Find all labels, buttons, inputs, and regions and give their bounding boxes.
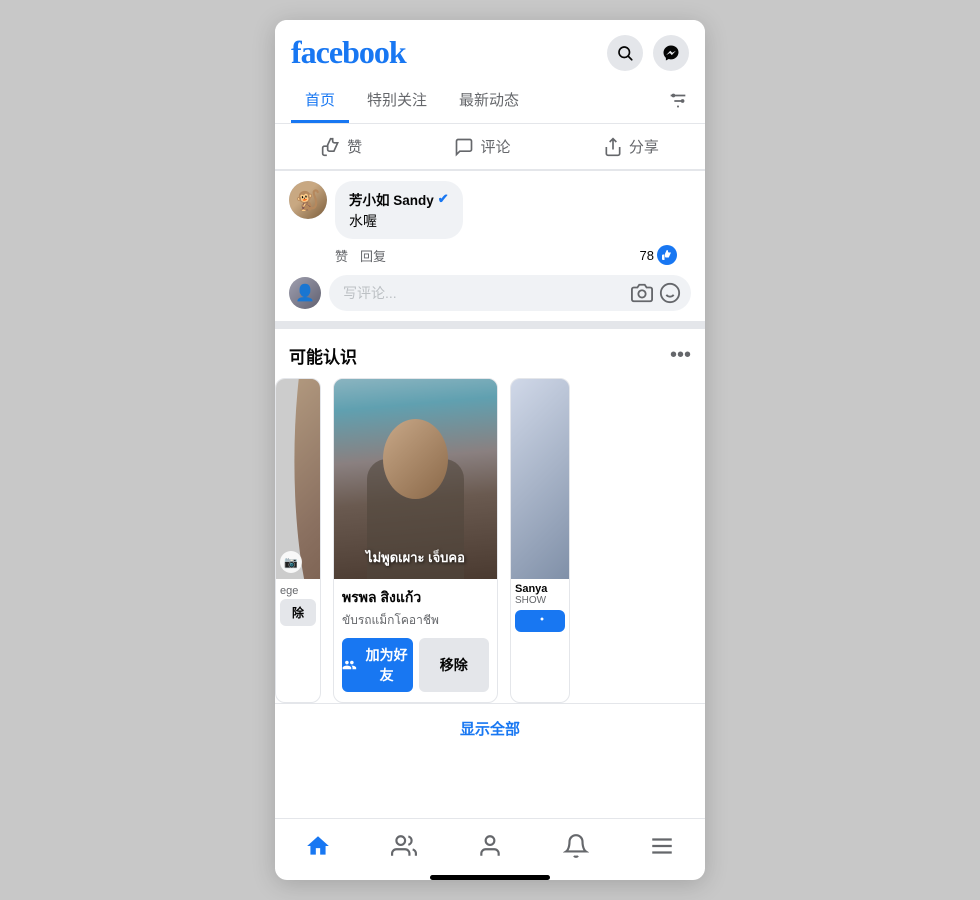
person-card-partial-right: Sanya SHOW (510, 378, 570, 703)
commenter-name: 芳小如 Sandy ✔ (349, 189, 449, 209)
nav-profile[interactable] (461, 829, 519, 863)
nav-notifications[interactable] (547, 829, 605, 863)
comment-item: 🐒 芳小如 Sandy ✔ 水喔 (275, 171, 705, 243)
nav-menu[interactable] (633, 829, 691, 863)
main-card-info: พรพล สิงแก้ว ขับรถแม็กโคอาชีพ 加为好友 移除 (334, 579, 497, 702)
menu-icon (649, 833, 675, 859)
person-card-main: ไม่พูดเผาะ เจ็บคอ พรพล สิงแก้ว ขับรถแม็ก… (333, 378, 498, 703)
messenger-button[interactable] (653, 35, 689, 71)
person-name: พรพล สิงแก้ว (342, 587, 489, 609)
people-section-header: 可能认识 ••• (275, 321, 705, 374)
nav-friends[interactable] (375, 829, 433, 863)
like-label: 赞 (347, 136, 362, 157)
comment-actions: 赞 回复 78 (275, 243, 705, 267)
like-count: 78 (640, 245, 691, 265)
home-indicator (430, 875, 550, 880)
remove-button[interactable]: 移除 (419, 638, 490, 692)
search-icon (616, 44, 634, 62)
person-subtitle: ขับรถแม็กโคอาชีพ (342, 611, 489, 630)
show-all-button[interactable]: 显示全部 (275, 703, 705, 753)
input-icons (631, 282, 681, 304)
comment-label: 评论 (480, 136, 510, 157)
share-label: 分享 (629, 136, 659, 157)
tab-latest[interactable]: 最新动态 (445, 79, 533, 123)
card-overlay-text: ไม่พูดเผาะ เจ็บคอ (334, 549, 497, 567)
right-card-photo (511, 379, 569, 579)
nav-home[interactable] (289, 829, 347, 863)
people-slider: 📷 ege 除 ไม่พูดเผาะ เจ็บคอ พรพล สิงแก้ว (275, 374, 705, 703)
section-title: 可能认识 (289, 343, 357, 368)
facebook-logo: facebook (291, 34, 406, 71)
thumbs-up-icon (321, 137, 341, 157)
header-icons (607, 35, 689, 71)
search-button[interactable] (607, 35, 643, 71)
card-buttons: 加为好友 移除 (342, 638, 489, 692)
comment-text: 水喔 (349, 211, 449, 231)
comment-section: 🐒 芳小如 Sandy ✔ 水喔 赞 回复 78 (275, 171, 705, 321)
remove-button-partial[interactable]: 除 (280, 599, 316, 626)
person-card-partial-left: 📷 ege 除 (275, 378, 321, 703)
share-action[interactable]: 分享 (583, 130, 679, 163)
like-action-label[interactable]: 赞 (335, 246, 348, 265)
thumbs-up-small-icon (661, 249, 673, 261)
comment-icon (454, 137, 474, 157)
reply-action-label[interactable]: 回复 (360, 246, 386, 265)
header: facebook (275, 20, 705, 79)
comment-action[interactable]: 评论 (434, 130, 530, 163)
current-user-avatar: 👤 (289, 277, 321, 309)
filter-button[interactable] (667, 90, 689, 112)
comment-placeholder: 写评论... (343, 283, 631, 303)
emoji-icon[interactable] (659, 282, 681, 304)
comment-input[interactable]: 写评论... (329, 275, 691, 311)
bottom-nav (275, 818, 705, 869)
commenter-avatar: 🐒 (289, 181, 327, 219)
profile-icon (477, 833, 503, 859)
home-icon (305, 833, 331, 859)
add-friend-button[interactable]: 加为好友 (342, 638, 413, 692)
action-bar: 赞 评论 分享 (275, 124, 705, 170)
add-friend-button-right[interactable] (515, 610, 565, 632)
tab-home[interactable]: 首页 (291, 79, 349, 123)
add-icon-right (534, 615, 546, 627)
comment-input-row: 👤 写评论... (275, 267, 705, 321)
comment-bubble: 芳小如 Sandy ✔ 水喔 (335, 181, 463, 239)
like-badge (657, 245, 677, 265)
bell-icon (563, 833, 589, 859)
verified-icon: ✔ (438, 191, 449, 207)
tab-special[interactable]: 特别关注 (353, 79, 441, 123)
main-card-photo: ไม่พูดเผาะ เจ็บคอ (334, 379, 497, 579)
share-icon (603, 137, 623, 157)
add-friend-icon (342, 657, 357, 673)
more-options-icon[interactable]: ••• (670, 344, 691, 367)
camera-icon[interactable] (631, 282, 653, 304)
friends-icon (391, 833, 417, 859)
like-action[interactable]: 赞 (301, 130, 382, 163)
filter-icon (667, 90, 689, 112)
camera-badge: 📷 (280, 551, 302, 573)
partial-card-photo: 📷 (276, 379, 320, 579)
messenger-icon (662, 44, 680, 62)
nav-tabs: 首页 特别关注 最新动态 (275, 79, 705, 124)
